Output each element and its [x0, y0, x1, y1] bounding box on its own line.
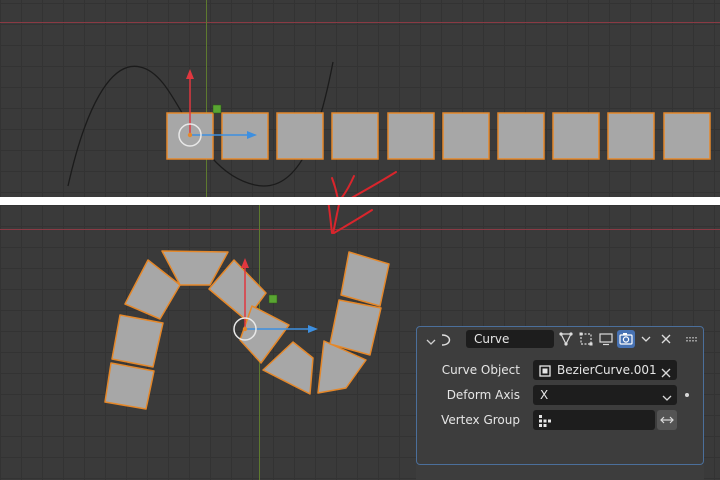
cage-icon[interactable]: [577, 330, 595, 348]
chevron-down-icon: [661, 389, 673, 408]
render-icon[interactable]: [617, 330, 635, 348]
transform-gizmo: [178, 69, 257, 147]
vertex-group-label: Vertex Group: [441, 413, 520, 427]
chevron-down-icon[interactable]: [425, 333, 437, 345]
deform-axis-label: Deform Axis: [446, 388, 520, 402]
cube: [552, 112, 600, 160]
cube: [104, 362, 155, 410]
properties-background: [416, 465, 704, 480]
deform-axis-row: Deform Axis X: [417, 385, 703, 405]
curve-object-label: Curve Object: [441, 363, 520, 377]
cube: [497, 112, 545, 160]
curve-object-row: Curve Object BezierCurve.001: [417, 360, 703, 380]
vertex-group-row: Vertex Group: [417, 410, 703, 430]
deformed-cubes: [104, 250, 390, 410]
cube: [340, 251, 390, 307]
cube: [663, 112, 711, 160]
drag-handle-icon[interactable]: [683, 330, 701, 348]
cube: [276, 112, 324, 160]
annotation-arrow-top: [331, 171, 397, 197]
curve-modifier-icon: [439, 332, 453, 346]
top-viewport[interactable]: [0, 0, 720, 197]
modifier-name-field[interactable]: Curve: [466, 330, 554, 348]
deform-axis-value: X: [540, 388, 549, 402]
object-icon: [538, 363, 552, 382]
cube: [329, 299, 382, 356]
cube: [442, 112, 490, 160]
vertex-group-icon: [538, 413, 552, 432]
top-scene: [67, 61, 711, 197]
image-divider: [0, 197, 720, 205]
deform-axis-dropdown[interactable]: X: [533, 385, 677, 405]
invert-toggle-icon[interactable]: [657, 410, 677, 430]
cube: [607, 112, 655, 160]
chevron-down-icon[interactable]: [637, 330, 655, 348]
edit-mode-icon[interactable]: [557, 330, 575, 348]
cube: [111, 314, 164, 368]
curve-object-value: BezierCurve.001: [557, 363, 657, 377]
viewport-display-icon[interactable]: [597, 330, 615, 348]
clear-icon[interactable]: [660, 364, 672, 383]
keyframe-dot-icon[interactable]: [685, 393, 689, 397]
modifier-header: Curve: [417, 327, 703, 353]
cube: [331, 112, 379, 160]
cube: [387, 112, 435, 160]
cube: [221, 112, 269, 160]
annotation-arrow-bottom: [327, 205, 373, 234]
curve-modifier-panel: Curve Curve Object BezierCurve.001 Defor…: [416, 326, 704, 465]
close-icon[interactable]: [657, 330, 675, 348]
vertex-group-field[interactable]: [533, 410, 655, 430]
curve-object-field[interactable]: BezierCurve.001: [533, 360, 677, 380]
